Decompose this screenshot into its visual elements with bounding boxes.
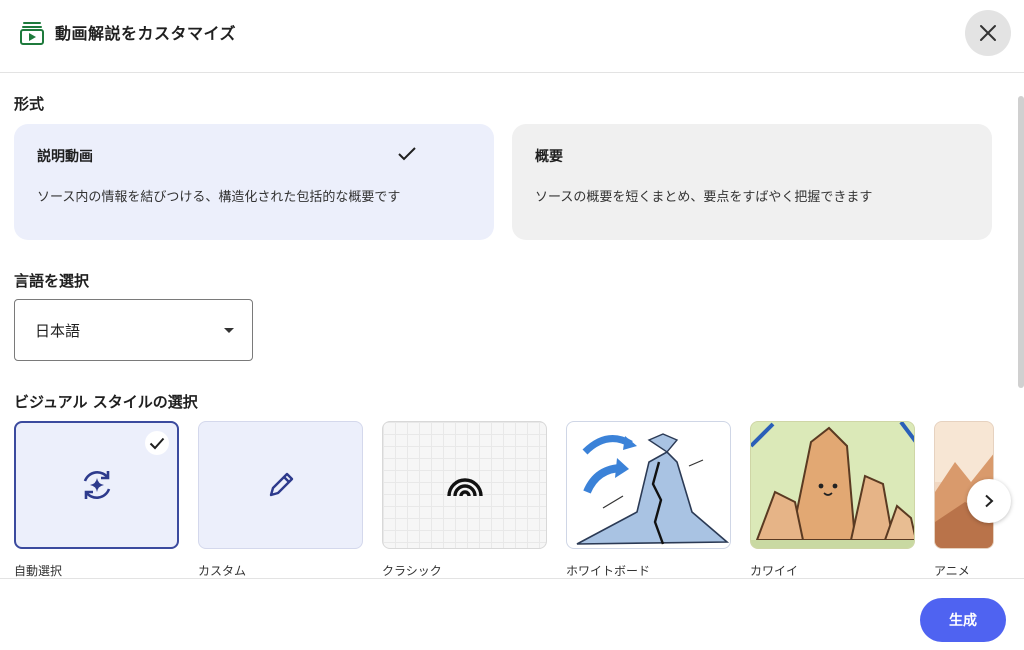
language-label: 言語を選択 bbox=[14, 272, 90, 290]
language-value: 日本語 bbox=[35, 322, 81, 340]
video-overview-icon bbox=[20, 22, 44, 45]
style-tile-classic[interactable] bbox=[382, 421, 547, 549]
check-icon bbox=[398, 147, 416, 161]
style-label-auto: 自動選択 bbox=[14, 564, 63, 578]
volcano-sketch-thumbnail bbox=[576, 433, 730, 545]
cute-mountains-thumbnail bbox=[751, 422, 914, 548]
dialog-footer bbox=[0, 578, 1024, 650]
check-icon bbox=[149, 437, 165, 449]
selected-check-badge bbox=[145, 431, 169, 455]
format-option-title: 概要 bbox=[535, 149, 563, 165]
style-label-classic: クラシック bbox=[382, 564, 442, 578]
pencil-icon bbox=[269, 472, 293, 497]
dialog-header: 動画解説をカスタマイズ bbox=[0, 0, 1024, 73]
auto-refresh-sparkle-icon bbox=[83, 471, 110, 499]
format-option-title: 説明動画 bbox=[37, 149, 93, 165]
style-tile-auto[interactable] bbox=[14, 421, 179, 549]
close-icon bbox=[980, 25, 996, 41]
visual-style-label: ビジュアル スタイルの選択 bbox=[14, 393, 198, 411]
format-option-description: ソースの概要を短くまとめ、要点をすばやく把握できます bbox=[535, 190, 873, 205]
rainbow-arcs-icon bbox=[446, 478, 483, 497]
close-button[interactable] bbox=[965, 10, 1011, 56]
chevron-right-icon bbox=[985, 494, 994, 508]
dialog-title: 動画解説をカスタマイズ bbox=[55, 24, 237, 43]
style-label-kawaii: カワイイ bbox=[750, 564, 799, 578]
style-tile-whiteboard[interactable] bbox=[566, 421, 731, 549]
style-label-whiteboard: ホワイトボード bbox=[566, 564, 651, 578]
language-select[interactable]: 日本語 bbox=[14, 299, 253, 361]
style-label-anime: アニメ bbox=[934, 564, 970, 578]
style-label-custom: カスタム bbox=[198, 564, 247, 578]
carousel-next-button[interactable] bbox=[967, 479, 1011, 523]
generate-button[interactable]: 生成 bbox=[920, 598, 1006, 642]
format-option-brief[interactable]: 概要 ソースの概要を短くまとめ、要点をすばやく把握できます bbox=[512, 124, 992, 240]
format-label: 形式 bbox=[14, 95, 45, 113]
style-tile-custom[interactable] bbox=[198, 421, 363, 549]
dropdown-caret-icon bbox=[224, 328, 234, 333]
format-option-explainer[interactable]: 説明動画 ソース内の情報を結びつける、構造化された包括的な概要です bbox=[14, 124, 494, 240]
format-option-description: ソース内の情報を結びつける、構造化された包括的な概要です bbox=[37, 190, 401, 205]
scrollbar[interactable] bbox=[1018, 96, 1024, 388]
style-tile-kawaii[interactable] bbox=[750, 421, 915, 549]
